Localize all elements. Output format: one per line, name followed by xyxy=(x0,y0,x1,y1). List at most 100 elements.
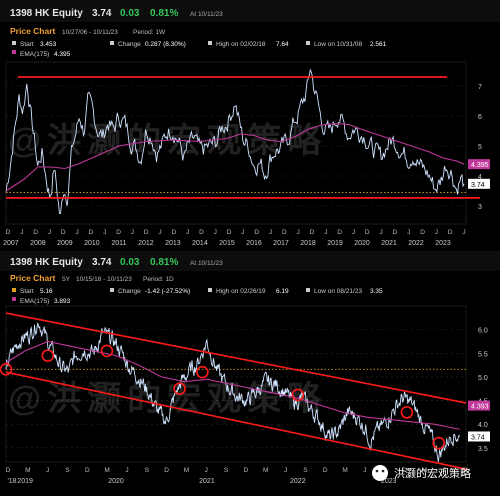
wechat-icon-eye-left xyxy=(375,469,379,473)
panel-1-ticker: 1398 HK Equity xyxy=(10,8,83,19)
panel-1-x-year-label: 2009 xyxy=(57,240,73,247)
panel-1-low-label: Low on 10/31/08 xyxy=(314,41,362,48)
panel-1-x-month-label: D xyxy=(116,229,121,236)
panel-1-ema-badge-text: 4.395 xyxy=(471,162,489,169)
panel-1-x-month-label: D xyxy=(144,229,149,236)
panel-2-start-label: Start xyxy=(20,288,34,295)
panel-2-x-month-label: M xyxy=(104,467,109,474)
panel-2-x-month-label: S xyxy=(303,467,308,474)
panel-1-as-of: At 10/11/23 xyxy=(190,11,223,18)
panel-2-date-range: 10/15/18 - 10/11/23 xyxy=(76,276,132,283)
panel-2-low-swatch xyxy=(306,288,310,292)
panel-2-y-tick-label: 5.5 xyxy=(478,351,488,358)
panel-1-high-swatch xyxy=(208,41,212,45)
panel-2-as-of: At 10/11/23 xyxy=(190,260,223,267)
panel-1-x-year-label: 2015 xyxy=(219,240,235,247)
panel-1-x-year-label: 2010 xyxy=(84,240,100,247)
panel-1-x-month-label: J xyxy=(20,229,23,236)
panel-1-low-value: 2.561 xyxy=(370,41,387,48)
panel-2-y-tick-label: 6.0 xyxy=(478,328,488,335)
panel-1-x-year-label: 2014 xyxy=(192,240,208,247)
panel-2-y-tick-label: 5.0 xyxy=(478,375,488,382)
panel-2-low-value: 3.35 xyxy=(370,288,383,295)
panel-2-watermark: @洪灏的宏观策略 xyxy=(8,379,327,418)
panel-2-x-month-label: J xyxy=(46,467,49,474)
panel-1-x-month-label: D xyxy=(310,229,315,236)
panel-2-ema-swatch xyxy=(12,297,16,301)
panel-2-y-tick-label: 3.5 xyxy=(478,446,488,453)
panel-2-period-label[interactable]: 5Y xyxy=(62,276,71,283)
panel-1-ema-label: EMA(175) xyxy=(20,51,49,58)
panel-1-x-year-label: 2022 xyxy=(408,240,424,247)
panel-1-x-year-label: 2021 xyxy=(381,240,397,247)
panel-1-last-price-badge-text: 3.74 xyxy=(471,182,485,189)
brand-text: 洪灏的宏观策略 xyxy=(394,466,471,480)
panel-1-x-year-label: 2018 xyxy=(300,240,316,247)
panel-2-period: Period: 1D xyxy=(143,276,174,283)
panel-2-x-month-label: S xyxy=(224,467,229,474)
panel-2-x-month-label: J xyxy=(363,467,366,474)
panel-2-x-month-label: D xyxy=(323,467,328,474)
panel-1-x-month-label: D xyxy=(337,229,342,236)
panel-1-start-swatch xyxy=(12,41,16,45)
panel-1-x-month-label: J xyxy=(103,229,106,236)
panel-1-x-month-label: D xyxy=(89,229,94,236)
panel-1-x-month-label: J xyxy=(186,229,189,236)
panel-1-change-label: Change xyxy=(118,41,141,48)
panel-2-change-pct: 0.81% xyxy=(150,257,178,268)
panel-1-x-month-label: J xyxy=(352,229,355,236)
panel-2-high-swatch xyxy=(208,288,212,292)
panel-2-x-month-label: D xyxy=(6,467,11,474)
panel-1-x-month-label: J xyxy=(131,229,134,236)
panel-1-x-year-label: 2017 xyxy=(273,240,289,247)
panel-1-y-tick-label: 5 xyxy=(478,144,482,151)
panel-1-x-year-label: 2008 xyxy=(30,240,46,247)
panel-1-y-tick-label: 3 xyxy=(478,204,482,211)
panel-1-chart-title[interactable]: Price Chart xyxy=(10,26,56,36)
panel-2-high-value: 6.19 xyxy=(276,288,289,295)
panel-1-change-pct: 0.81% xyxy=(150,8,178,19)
panel-1-y-tick-label: 6 xyxy=(478,114,482,121)
panel-2-x-month-label: D xyxy=(244,467,249,474)
panel-1-x-month-label: J xyxy=(435,229,438,236)
panel-2-x-month-label: S xyxy=(65,467,70,474)
panel-2-x-year-label: 2019 xyxy=(17,478,33,485)
panel-1-x-month-label: D xyxy=(6,229,11,236)
panel-1-x-month-label: D xyxy=(199,229,204,236)
panel-1-start-label: Start xyxy=(20,41,34,48)
panel-2-change-swatch xyxy=(110,288,114,292)
panel-1-x-year-label: 2013 xyxy=(165,240,181,247)
panel-1-x-month-label: D xyxy=(393,229,398,236)
panel-2-ema-badge-text: 4.393 xyxy=(471,404,489,411)
panel-1-change-value: 0.287 (8.30%) xyxy=(145,41,186,48)
panel-1-x-month-label: D xyxy=(420,229,425,236)
panel-1-x-month-label: J xyxy=(269,229,272,236)
wechat-icon xyxy=(372,465,388,481)
panel-1-x-month-label: J xyxy=(48,229,51,236)
panel-2-x-month-label: J xyxy=(205,467,208,474)
panel-2-change: 0.03 xyxy=(120,257,140,268)
panel-1-x-month-label: D xyxy=(254,229,259,236)
panel-1-x-month-label: J xyxy=(241,229,244,236)
panel-2-change-label: Change xyxy=(118,288,141,295)
panel-2-x-year-label: '18 xyxy=(7,478,16,485)
panel-1-x-month-label: J xyxy=(462,229,465,236)
panel-2-high-label: High on 02/26/19 xyxy=(216,288,266,295)
panel-1-x-month-label: J xyxy=(324,229,327,236)
panel-1-y-tick-label: 7 xyxy=(478,84,482,91)
panel-1-x-month-label: J xyxy=(158,229,161,236)
panel-1-x-month-label: D xyxy=(448,229,453,236)
panel-1-high-label: High on 02/02/18 xyxy=(216,41,266,48)
panel-2-x-month-label: M xyxy=(184,467,189,474)
panel-1-x-month-label: J xyxy=(75,229,78,236)
panel-2-price: 3.74 xyxy=(92,257,112,268)
panel-1-x-month-label: J xyxy=(407,229,410,236)
panel-2-chart-title[interactable]: Price Chart xyxy=(10,273,56,283)
panel-2-x-year-label: 2020 xyxy=(108,478,124,485)
panel-2-start-value: 5.16 xyxy=(40,288,53,295)
panel-2-x-month-label: M xyxy=(263,467,268,474)
wechat-icon-eye-right xyxy=(381,469,385,473)
panel-2-x-year-label: 2021 xyxy=(199,478,215,485)
panel-2-start-swatch xyxy=(12,288,16,292)
panel-1-high-value: 7.64 xyxy=(276,41,289,48)
